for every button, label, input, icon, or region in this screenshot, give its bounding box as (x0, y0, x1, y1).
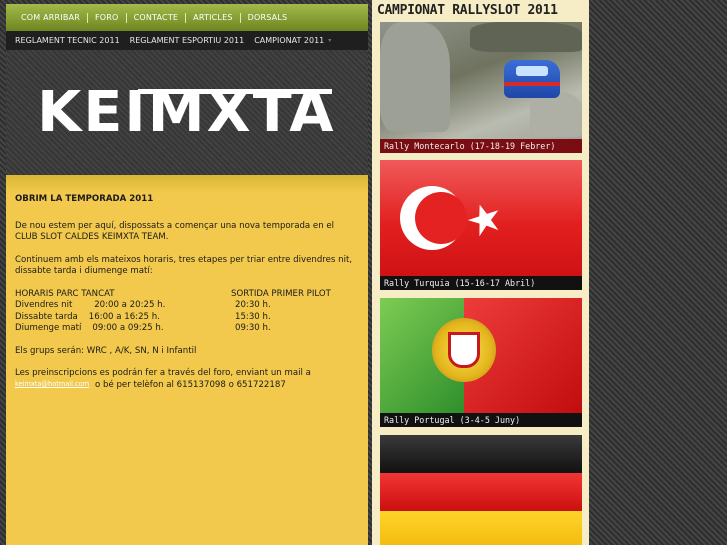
rally-card-germany[interactable] (380, 435, 582, 545)
sub-nav: REGLAMENT TECNIC 2011 REGLAMENT ESPORTIU… (6, 31, 368, 50)
rally-caption: Rally Turquia (15-16-17 Abril) (380, 276, 582, 290)
top-nav: COM ARRIBAR FORO CONTACTE ARTICLES DORSA… (6, 4, 368, 31)
page-wrapper: COM ARRIBAR FORO CONTACTE ARTICLES DORSA… (6, 0, 589, 545)
schedule-sortida: 15:30 h. (235, 311, 271, 322)
sidebar-title: CAMPIONAT RALLYSLOT 2011 (377, 3, 558, 18)
site-header: KEIMXTA (6, 50, 368, 175)
schedule-parc: 16:00 a 16:25 h. (88, 311, 160, 322)
schedule-parc: 09:00 a 09:25 h. (92, 323, 164, 333)
rock-image (470, 22, 582, 52)
car-stripe (504, 82, 560, 86)
shield-icon (448, 332, 480, 368)
rock-image (380, 22, 450, 132)
star-icon (467, 204, 499, 237)
subnav-campionat[interactable]: CAMPIONAT 2011 ▾ (254, 36, 331, 45)
rock-image (530, 92, 582, 137)
schedule-sortida: 20:30 h. (235, 300, 271, 310)
nav-dorsals[interactable]: DORSALS (239, 12, 295, 23)
nav-com-arribar[interactable]: COM ARRIBAR (14, 13, 87, 23)
crescent-inner (415, 192, 467, 244)
rally-card-turquia[interactable]: Rally Turquia (15-16-17 Abril) (380, 160, 582, 290)
rally-car-image (504, 60, 560, 98)
flag-black-band (380, 435, 582, 473)
email-link[interactable]: keimxta@hotmail.com (15, 379, 92, 391)
post-paragraph-schedule: Continuem amb els mateixos horaris, tres… (15, 254, 353, 277)
flag-gold-band (380, 511, 582, 545)
post-paragraph-groups: Els grups serán: WRC , A/K, SN, N i Infa… (15, 345, 197, 356)
nav-articles[interactable]: ARTICLES (185, 12, 239, 23)
schedule-sortida: 09:30 h. (235, 323, 271, 333)
schedule-row-parc: Divendres nit 20:00 a 20:25 h. (15, 300, 231, 312)
nav-foro[interactable]: FORO (87, 12, 126, 23)
main-content: OBRIM LA TEMPORADA 2011 De nou estem per… (6, 175, 368, 545)
post-paragraph-intro: De nou estem per aquí, dispossats a come… (15, 220, 335, 243)
car-window (516, 66, 548, 76)
contact-text: Les preinscripcions es podrán fer a trav… (15, 368, 311, 378)
turkey-flag-image (400, 186, 499, 250)
schedule-header-sortida: SORTIDA PRIMER PILOT (231, 288, 331, 299)
post-title: OBRIM LA TEMPORADA 2011 (15, 194, 154, 204)
flag-red-band (380, 473, 582, 511)
schedule-header-parc: HORARIS PARC TANCAT (15, 288, 115, 299)
subnav-campionat-label: CAMPIONAT 2011 (254, 36, 325, 45)
subnav-reglament-esportiu[interactable]: REGLAMENT ESPORTIU 2011 (130, 36, 245, 45)
schedule-day: Diumenge matí (15, 323, 82, 333)
chevron-down-icon: ▾ (328, 37, 332, 44)
schedule-day: Divendres nit (15, 300, 73, 310)
post-paragraph-contact: Les preinscripcions es podrán fer a trav… (15, 368, 359, 391)
site-logo[interactable]: KEIMXTA (37, 85, 335, 141)
schedule-table: HORARIS PARC TANCAT SORTIDA PRIMER PILOT… (15, 289, 359, 335)
subnav-reglament-tecnic[interactable]: REGLAMENT TECNIC 2011 (15, 36, 120, 45)
sidebar: CAMPIONAT RALLYSLOT 2011 Rally Montecarl… (372, 0, 589, 545)
rally-caption: Rally Portugal (3-4-5 Juny) (380, 413, 582, 427)
schedule-row-parc: Dissabte tarda 16:00 a 16:25 h. (15, 312, 231, 324)
rally-caption: Rally Montecarlo (17-18-19 Febrer) (380, 139, 582, 153)
rally-card-portugal[interactable]: Rally Portugal (3-4-5 Juny) (380, 298, 582, 427)
schedule-row-parc: Diumenge matí 09:00 a 09:25 h. (15, 323, 231, 335)
rally-card-montecarlo[interactable]: Rally Montecarlo (17-18-19 Febrer) (380, 22, 582, 153)
nav-contacte[interactable]: CONTACTE (125, 12, 186, 23)
schedule-day: Dissabte tarda (15, 311, 78, 322)
schedule-parc: 20:00 a 20:25 h. (94, 300, 166, 310)
